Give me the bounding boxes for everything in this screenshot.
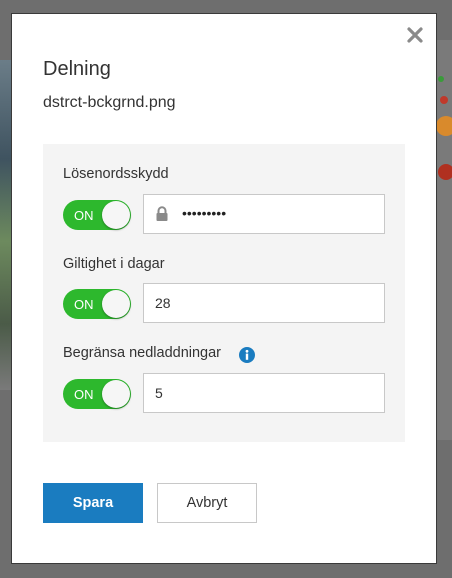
validity-days-toggle[interactable]: ON	[63, 289, 131, 319]
toggle-state-label: ON	[74, 208, 94, 223]
toggle-state-label: ON	[74, 297, 94, 312]
validity-days-value: 28	[155, 295, 171, 311]
toggle-knob	[102, 290, 130, 318]
close-icon	[407, 27, 423, 43]
password-field[interactable]: •••••••••	[143, 194, 385, 234]
dialog-title: Delning	[43, 58, 111, 80]
password-protection-toggle[interactable]: ON	[63, 200, 131, 230]
file-name: dstrct-bckgrnd.png	[43, 94, 176, 111]
lock-icon	[155, 206, 169, 227]
download-limit-toggle[interactable]: ON	[63, 379, 131, 409]
download-limit-input[interactable]: 5	[143, 373, 385, 413]
toggle-knob	[102, 380, 130, 408]
toggle-state-label: ON	[74, 387, 94, 402]
toggle-knob	[102, 201, 130, 229]
validity-days-label: Giltighet i dagar	[63, 256, 165, 272]
info-icon[interactable]	[239, 347, 255, 368]
share-settings-panel: Lösenordsskydd ON ••••••••• Giltighet i …	[43, 144, 405, 442]
save-button[interactable]: Spara	[43, 483, 143, 523]
share-dialog: Delning dstrct-bckgrnd.png Lösenordsskyd…	[12, 14, 436, 563]
background-dot-red	[440, 96, 448, 104]
password-protection-label: Lösenordsskydd	[63, 166, 169, 182]
validity-days-input[interactable]: 28	[143, 283, 385, 323]
close-button[interactable]	[406, 26, 424, 44]
password-masked-value: •••••••••	[182, 205, 227, 221]
background-dot-orange	[436, 116, 452, 136]
download-limit-value: 5	[155, 385, 163, 401]
cancel-button[interactable]: Avbryt	[157, 483, 257, 523]
background-dot-green	[438, 76, 444, 82]
download-limit-label: Begränsa nedladdningar	[63, 345, 222, 361]
background-dot-red-large	[438, 164, 452, 180]
